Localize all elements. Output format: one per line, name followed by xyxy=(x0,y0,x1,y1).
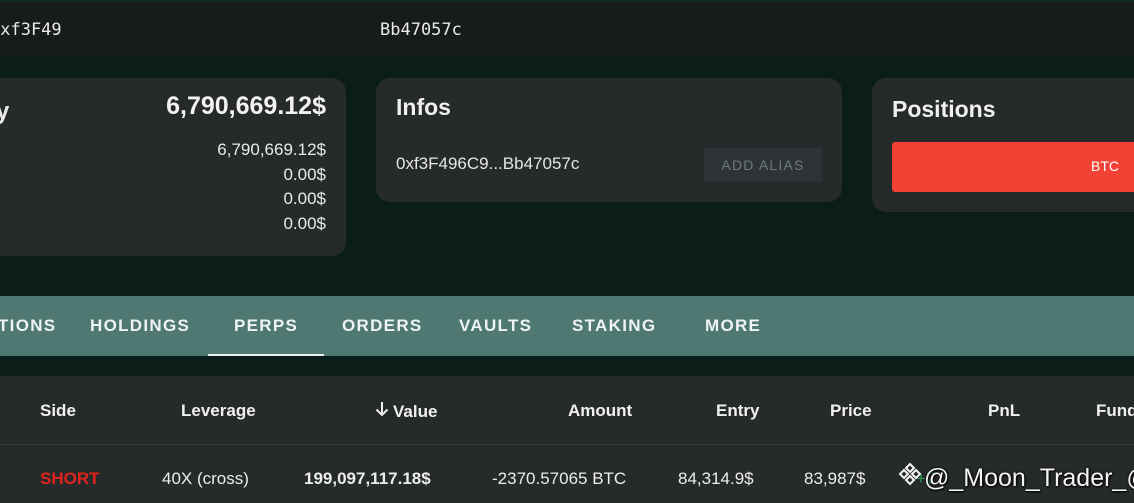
equity-row: 6,790,669.12$ xyxy=(217,140,326,159)
column-header-price[interactable]: Price xyxy=(830,401,872,421)
column-header-value-label: Value xyxy=(393,402,438,421)
tab-bar: TIONS HOLDINGS PERPS ORDERS VAULTS STAKI… xyxy=(0,296,1134,356)
column-header-side[interactable]: Side xyxy=(40,401,76,421)
address-bar: 0xf3F49 Bb47057c xyxy=(0,0,1134,57)
column-header-leverage[interactable]: Leverage xyxy=(181,401,256,421)
arrow-down-icon xyxy=(374,401,390,422)
column-header-value[interactable]: Value xyxy=(374,401,437,422)
positions-panel: Positions BTC xyxy=(872,78,1134,212)
column-header-entry[interactable]: Entry xyxy=(716,401,759,421)
wallet-address[interactable]: 0xf3F496C9...Bb47057c xyxy=(396,154,579,174)
equity-total: 6,790,669.12$ xyxy=(166,92,326,120)
cell-amount: -2370.57065 BTC xyxy=(492,469,627,488)
equity-row: 0.00$ xyxy=(283,213,326,233)
tab-more[interactable]: MORE xyxy=(705,296,761,356)
btc-position-bar[interactable]: BTC xyxy=(892,142,1134,192)
cell-side: SHORT xyxy=(40,469,100,488)
equity-label: y xyxy=(0,98,10,125)
wallet-address-fragment: 0xf3F49 xyxy=(0,20,62,40)
watermark: @_Moon_Trader_@ xyxy=(898,462,1134,493)
positions-title: Positions xyxy=(892,96,996,122)
infos-panel: Infos 0xf3F496C9...Bb47057c ADD ALIAS xyxy=(376,78,842,202)
column-header-funding[interactable]: Fund xyxy=(1096,401,1134,421)
infos-title: Infos xyxy=(396,94,451,120)
btc-position-label: BTC xyxy=(1091,158,1119,174)
tab-holdings[interactable]: HOLDINGS xyxy=(90,296,190,356)
column-header-amount[interactable]: Amount xyxy=(568,401,632,421)
equity-panel: y 6,790,669.12$ 6,790,669.12$ 0.00$ 0.00… xyxy=(0,78,346,256)
equity-row: 0.00$ xyxy=(283,164,326,184)
wallet-address-suffix: Bb47057c xyxy=(380,20,462,40)
row-divider xyxy=(0,444,1134,445)
equity-row: 0.00$ xyxy=(283,189,326,208)
tab-staking[interactable]: STAKING xyxy=(572,296,656,356)
equity-breakdown: 6,790,669.12$ 0.00$ 0.00$ 0.00$ xyxy=(217,138,326,236)
tab-transactions[interactable]: TIONS xyxy=(0,296,56,356)
tab-perps[interactable]: PERPS xyxy=(207,296,325,356)
cell-leverage: 40X (cross) xyxy=(162,469,249,488)
watermark-text: @_Moon_Trader_@ xyxy=(924,464,1134,492)
tab-orders[interactable]: ORDERS xyxy=(342,296,423,356)
add-alias-button[interactable]: ADD ALIAS xyxy=(704,148,822,182)
cell-value: 199,097,117.18$ xyxy=(304,469,431,488)
column-header-pnl[interactable]: PnL xyxy=(988,401,1020,421)
cell-entry: 84,314.9$ xyxy=(678,469,754,488)
binance-logo-icon xyxy=(898,462,922,493)
tab-vaults[interactable]: VAULTS xyxy=(459,296,532,356)
cell-price: 83,987$ xyxy=(804,469,866,488)
